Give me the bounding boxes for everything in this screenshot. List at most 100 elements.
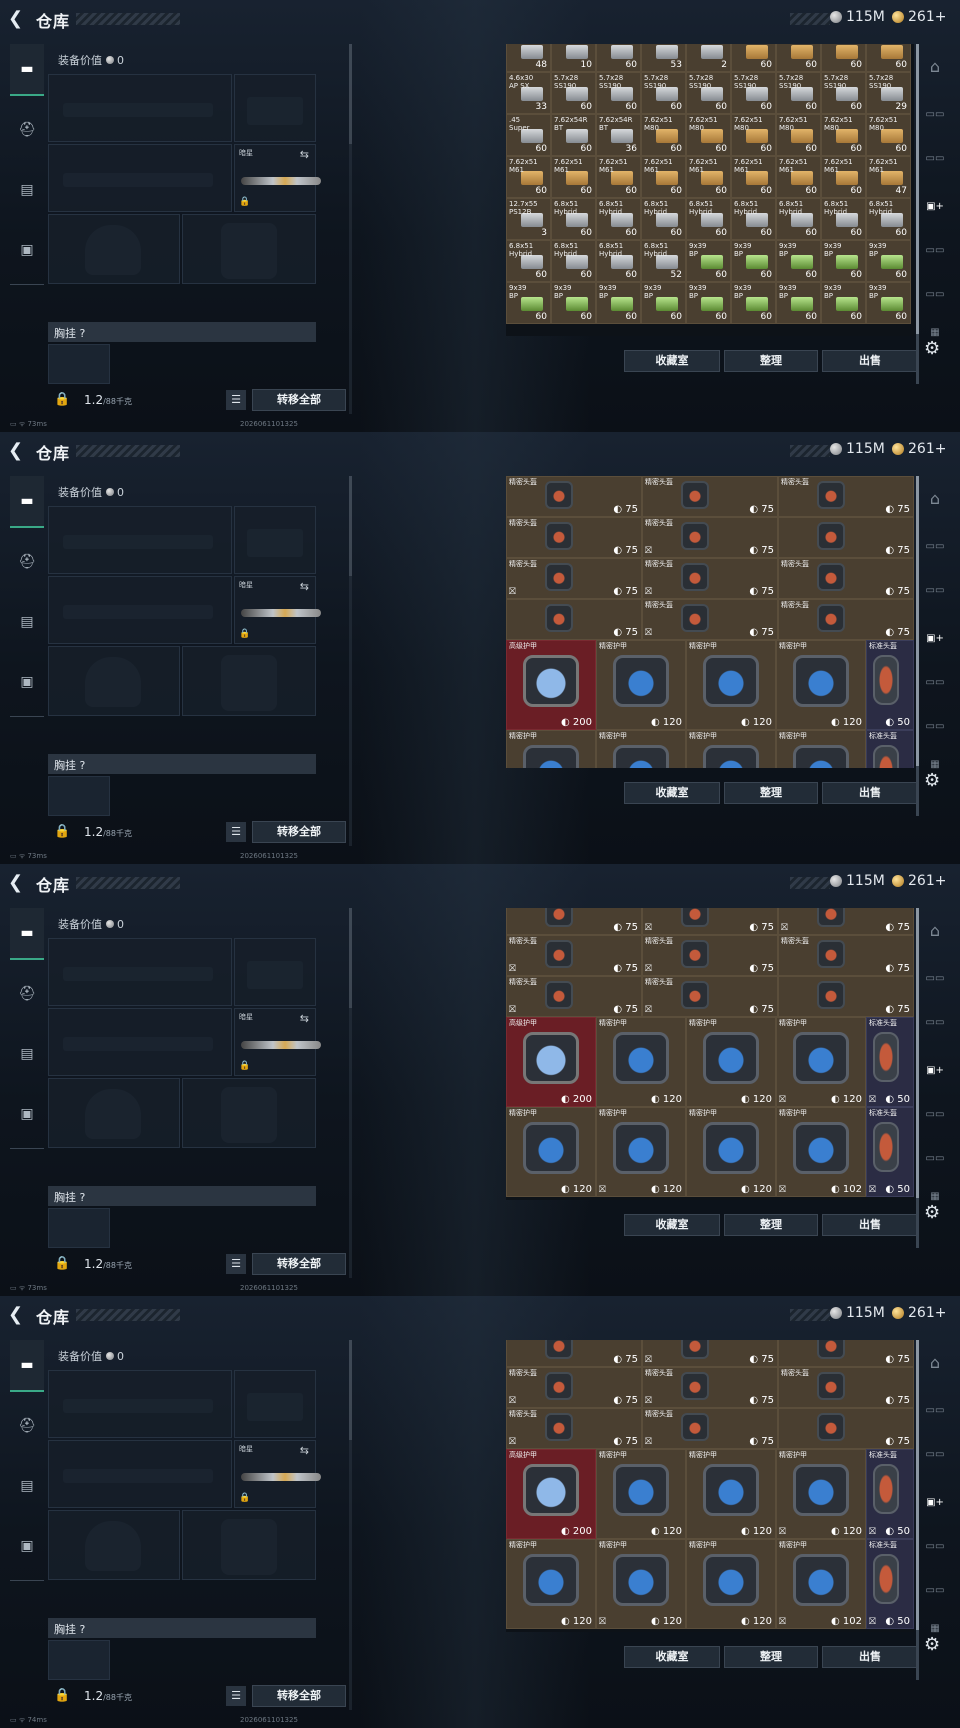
stash-item[interactable]: 标准头盔 ⛝ ◐ 50 xyxy=(866,1449,914,1539)
collection-button[interactable]: 收藏室 xyxy=(624,350,720,372)
stash-item[interactable]: 5.7x28 SS190 60 xyxy=(776,72,821,114)
stash-item[interactable]: 7.62x51 M80 60 xyxy=(866,114,911,156)
helmet-slot[interactable] xyxy=(48,646,180,716)
tab-page-4[interactable]: ▭▭ xyxy=(922,672,948,694)
stash-item[interactable]: ◐ 75 xyxy=(778,517,914,558)
melee-slot[interactable]: 暗星 ⇆ 🔒 xyxy=(234,576,321,644)
chest-rig-slot[interactable] xyxy=(48,776,110,816)
nav-vest[interactable]: ▤ xyxy=(10,1460,44,1512)
equipment-scrollbar[interactable] xyxy=(349,1340,352,1710)
primary-weapon-slot[interactable] xyxy=(48,938,232,1006)
stash-item[interactable]: 精密护甲 ◐ 120 xyxy=(686,1107,776,1197)
currency-gold[interactable]: 261+ xyxy=(892,9,946,25)
stash-item[interactable]: 6.8x51 Hybrid 60 xyxy=(866,198,911,240)
stash-item[interactable]: 精密头盔 ◐ 75 xyxy=(642,476,778,517)
stash-item[interactable]: 7.62x51 M61 60 xyxy=(731,156,776,198)
equipment-scroll-thumb[interactable] xyxy=(349,476,352,576)
stash-item[interactable]: 4.6x30 AP SX 33 xyxy=(506,72,551,114)
nav-weapons[interactable]: ▬ xyxy=(10,44,44,96)
stash-item[interactable]: 精密护甲 ⛝ ◐ 102 xyxy=(776,1107,866,1197)
stash-item[interactable]: 精密护甲 ⛝ ◐ 120 xyxy=(776,1017,866,1107)
gear-icon[interactable]: ⚙ xyxy=(924,338,940,359)
stash-item[interactable]: 9x39 BP 60 xyxy=(821,282,866,324)
stash-item[interactable]: 精密护甲 ◐ 120 xyxy=(596,1449,686,1539)
stash-item[interactable]: 10 xyxy=(551,44,596,72)
stash-item[interactable]: 7.62x51 M61 60 xyxy=(596,156,641,198)
stash-item[interactable]: 5.7x28 SS190 60 xyxy=(686,72,731,114)
stash-item[interactable]: 标准头盔 ⛝ ◐ 50 xyxy=(866,1539,914,1629)
stash-item[interactable]: 精密头盔 ⛝ ◐ 75 xyxy=(642,976,778,1017)
organize-button[interactable]: 整理 xyxy=(724,1214,818,1236)
stash-item[interactable]: 5.7x28 SS190 60 xyxy=(596,72,641,114)
nav-backpack[interactable]: ▣ xyxy=(10,224,44,276)
stash-item[interactable]: 高级护甲 ◐ 200 xyxy=(506,1017,596,1107)
stash-item[interactable]: 7.62x51 M80 60 xyxy=(686,114,731,156)
secondary-weapon-slot[interactable] xyxy=(48,1440,232,1508)
stash-item[interactable]: 精密护甲 ◐ 120 xyxy=(776,640,866,730)
stash-item[interactable]: 53 xyxy=(641,44,686,72)
stash-item[interactable]: ⛝ ◐ 75 xyxy=(778,908,914,935)
stash-item[interactable]: 精密头盔 ⛝ ◐ 75 xyxy=(506,1408,642,1449)
chest-rig-header[interactable]: 胸挂 ? xyxy=(48,754,316,774)
stash-item[interactable]: 9x39 BP 60 xyxy=(866,240,911,282)
stash-item[interactable]: 7.62x51 M61 60 xyxy=(686,156,731,198)
tab-page-3[interactable]: ▣+ xyxy=(922,1492,948,1514)
stash-item[interactable]: ◐ 75 xyxy=(506,1340,642,1367)
nav-armor[interactable]: ⛑ xyxy=(10,536,44,588)
stash-item[interactable]: 48 xyxy=(506,44,551,72)
stash-item[interactable]: 精密护甲 ◐ 120 xyxy=(686,1539,776,1629)
stash-item[interactable]: .45 Super 60 xyxy=(506,114,551,156)
melee-slot[interactable]: 暗星 ⇆ 🔒 xyxy=(234,1440,321,1508)
nav-weapons[interactable]: ▬ xyxy=(10,1340,44,1392)
stash-item[interactable]: 7.62x51 M61 47 xyxy=(866,156,911,198)
transfer-all-button[interactable]: 转移全部 xyxy=(252,1685,346,1707)
sell-button[interactable]: 出售 xyxy=(822,1214,918,1236)
stash-item[interactable]: 高级护甲 ◐ 200 xyxy=(506,1449,596,1539)
sell-button[interactable]: 出售 xyxy=(822,350,918,372)
stash-item[interactable]: 精密头盔 ⛝ ◐ 75 xyxy=(642,599,778,640)
body-armor-slot[interactable] xyxy=(182,214,316,284)
stash-item[interactable]: 标准头盔 ⛝ ◐ 50 xyxy=(866,1017,914,1107)
stash-item[interactable]: 7.62x51 M61 60 xyxy=(776,156,821,198)
stash-item[interactable]: ◐ 75 xyxy=(778,976,914,1017)
stash-item[interactable]: 60 xyxy=(596,44,641,72)
stash-item[interactable]: 9x39 BP 60 xyxy=(686,282,731,324)
stash-item[interactable]: 60 xyxy=(866,44,911,72)
stash-item[interactable]: 9x39 BP 60 xyxy=(506,282,551,324)
stash-item[interactable]: 精密护甲 ◐ 120 xyxy=(506,1539,596,1629)
stash-item[interactable]: 60 xyxy=(731,44,776,72)
stash-item[interactable]: ◐ 75 xyxy=(778,1408,914,1449)
stash-item[interactable]: 标准头盔 ◐ 50 xyxy=(866,640,914,730)
stash-item[interactable]: 精密头盔 ◐ 75 xyxy=(506,476,642,517)
stash-item[interactable]: 7.62x51 M61 60 xyxy=(506,156,551,198)
pistol-slot[interactable] xyxy=(234,74,316,142)
stash-item[interactable]: 精密护甲 ⛝ ◐ 102 xyxy=(776,1539,866,1629)
tab-all[interactable]: ⌂ xyxy=(922,488,948,510)
back-icon[interactable]: ❮ xyxy=(8,9,28,29)
nav-vest[interactable]: ▤ xyxy=(10,596,44,648)
stash-item[interactable]: 9x39 BP 60 xyxy=(821,240,866,282)
stash-item[interactable]: 精密护甲 ⛝ ◐ 120 xyxy=(596,1107,686,1197)
stash-item[interactable]: 精密头盔 ⛝ ◐ 75 xyxy=(642,558,778,599)
stash-item[interactable]: 5.7x28 SS190 60 xyxy=(731,72,776,114)
stash-item[interactable]: ◐ 75 xyxy=(778,1340,914,1367)
sell-button[interactable]: 出售 xyxy=(822,1646,918,1668)
stash-item[interactable]: 精密头盔 ◐ 75 xyxy=(778,599,914,640)
helmet-slot[interactable] xyxy=(48,214,180,284)
currency-gold[interactable]: 261+ xyxy=(892,873,946,889)
list-icon[interactable]: ☰ xyxy=(226,1254,246,1274)
tab-page-3[interactable]: ▣+ xyxy=(922,628,948,650)
tab-page-1[interactable]: ▭▭ xyxy=(922,1400,948,1422)
nav-backpack[interactable]: ▣ xyxy=(10,1088,44,1140)
tab-page-2[interactable]: ▭▭ xyxy=(922,1012,948,1034)
organize-button[interactable]: 整理 xyxy=(724,350,818,372)
tab-all[interactable]: ⌂ xyxy=(922,1352,948,1374)
helmet-slot[interactable] xyxy=(48,1078,180,1148)
stash-item[interactable]: 精密头盔 ⛝ ◐ 75 xyxy=(506,558,642,599)
nav-vest[interactable]: ▤ xyxy=(10,164,44,216)
swap-icon[interactable]: ⇆ xyxy=(300,580,309,593)
tab-page-5[interactable]: ▭▭ xyxy=(922,716,948,738)
pistol-slot[interactable] xyxy=(234,1370,316,1438)
nav-armor[interactable]: ⛑ xyxy=(10,104,44,156)
stash-item[interactable]: 60 xyxy=(776,44,821,72)
